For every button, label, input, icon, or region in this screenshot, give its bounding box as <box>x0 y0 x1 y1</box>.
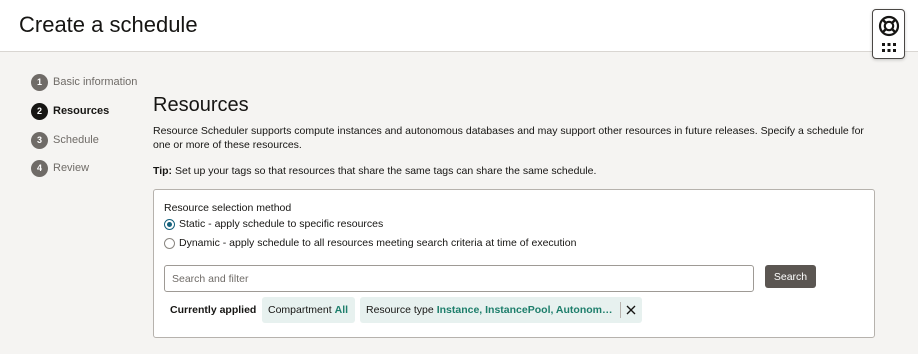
search-button[interactable]: Search <box>765 265 816 288</box>
section-description: Resource Scheduler supports compute inst… <box>153 125 864 151</box>
radio-static[interactable]: Static - apply schedule to specific reso… <box>164 217 383 231</box>
step-number: 1 <box>31 73 48 91</box>
radio-label: Static - apply schedule to specific reso… <box>179 218 384 230</box>
filter-chip-resource-type[interactable]: Resource type Instance, InstancePool, Au… <box>360 297 642 323</box>
help-button[interactable] <box>872 9 905 59</box>
grid-dots-icon <box>882 43 896 52</box>
step-number: 4 <box>31 159 48 177</box>
step-label: Basic information <box>53 76 138 88</box>
chip-value: Instance, InstancePool, Autonomous Datab… <box>436 304 617 316</box>
step-schedule[interactable]: 3 Schedule <box>31 131 151 149</box>
tip-body: Set up your tags so that resources that … <box>172 165 597 177</box>
step-label: Resources <box>53 105 110 117</box>
close-icon[interactable] <box>621 297 641 323</box>
resource-selection-panel: Resource selection method Static - apply… <box>153 189 875 338</box>
radio-dynamic[interactable]: Dynamic - apply schedule to all resource… <box>164 236 576 250</box>
page-header: Create a schedule <box>0 0 918 52</box>
radio-button-checked[interactable] <box>164 218 175 230</box>
step-review[interactable]: 4 Review <box>31 159 151 177</box>
chip-key: Compartment <box>268 304 332 316</box>
step-number: 2 <box>31 102 48 120</box>
step-label: Review <box>53 162 90 174</box>
step-number: 3 <box>31 131 48 149</box>
selection-method-label: Resource selection method <box>164 202 292 214</box>
tip-label: Tip: <box>153 165 173 177</box>
radio-button[interactable] <box>164 237 175 249</box>
step-basic-information[interactable]: 1 Basic information <box>31 73 151 91</box>
currently-applied-label: Currently applied <box>170 304 257 316</box>
chip-key: Resource type <box>366 304 434 316</box>
filter-chip-compartment[interactable]: Compartment All <box>262 297 355 323</box>
chip-value: All <box>334 304 349 316</box>
step-resources[interactable]: 2 Resources <box>31 102 151 120</box>
tip-text: Tip: Set up your tags so that resources … <box>153 165 596 177</box>
lifebuoy-icon <box>878 15 900 37</box>
step-label: Schedule <box>53 134 99 146</box>
page-title: Create a schedule <box>19 12 198 37</box>
radio-label: Dynamic - apply schedule to all resource… <box>179 237 577 249</box>
section-heading: Resources <box>153 94 249 116</box>
search-input[interactable] <box>164 265 754 292</box>
